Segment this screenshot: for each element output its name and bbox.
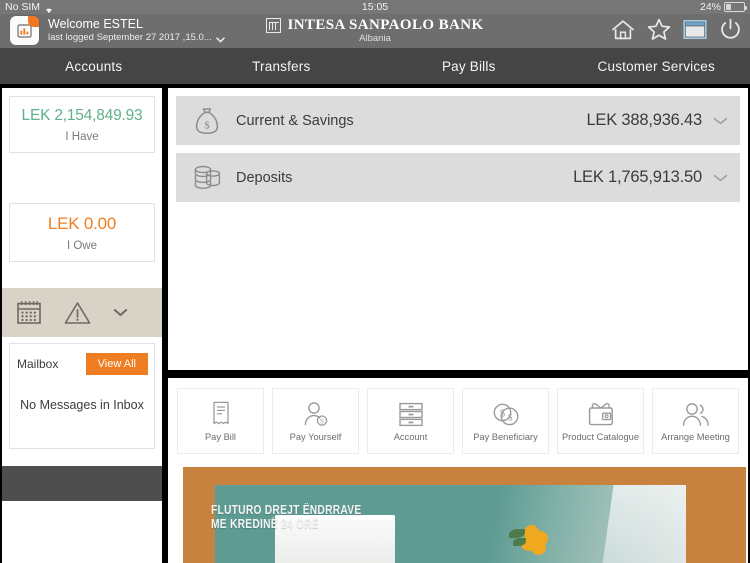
user-menu[interactable]: Welcome ESTEL last logged September 27 2… [10,16,225,45]
battery-icon [724,2,747,12]
quick-action-pay-yourself[interactable]: S Pay Yourself [272,388,359,454]
content-area: LEK 2,154,849.93 I Have LEK 0.00 I Owe M… [0,84,750,563]
quick-actions-row: Pay Bill S Pay Yourself Account $ $ Pay … [168,378,748,454]
star-icon[interactable] [647,18,671,41]
balance-card-i-owe[interactable]: LEK 0.00 I Owe [9,203,155,262]
nav-item-customer-services[interactable]: Customer Services [563,59,750,74]
promo-banner-text: FLUTURO DREJT ËNDRRAVE ME KREDINË 24 ORË [211,503,361,531]
sidebar: LEK 2,154,849.93 I Have LEK 0.00 I Owe M… [2,88,162,563]
mailbox-title: Mailbox [17,357,59,371]
calendar-icon[interactable] [16,300,42,325]
app-icon [10,16,39,45]
status-right: 24% [699,0,747,14]
chevron-down-icon[interactable] [113,308,128,317]
chevron-down-icon[interactable] [702,117,728,125]
quick-action-account[interactable]: Account [367,388,454,454]
flower-decoration [509,525,549,555]
sidebar-utility-bar [2,288,162,337]
nav-item-pay-bills[interactable]: Pay Bills [375,59,563,74]
mailbox-header: Mailbox View All [10,344,154,375]
balance-label: I Have [65,131,99,143]
quick-action-product-catalogue[interactable]: Product Catalogue [557,388,644,454]
quick-actions-panel: Pay Bill S Pay Yourself Account $ $ Pay … [168,378,748,563]
home-icon[interactable] [611,19,635,41]
quick-action-label: Pay Bill [204,432,236,443]
receipt-icon [211,399,231,429]
svg-text:$: $ [499,409,504,420]
accounts-panel: $ Current & Savings LEK 388,936.43 Depos… [168,88,748,370]
welcome-block: Welcome ESTEL last logged September 27 2… [48,17,225,44]
nav-item-accounts[interactable]: Accounts [0,59,188,74]
nav-item-transfers[interactable]: Transfers [188,59,376,74]
wallet-gift-icon [587,399,615,429]
quick-action-label: Pay Yourself [289,432,342,443]
promo-line-1: FLUTURO DREJT ËNDRRAVE [211,503,362,517]
chevron-down-icon[interactable] [215,35,225,43]
quick-action-label: Account [393,432,428,443]
mailbox-empty-label: No Messages in Inbox [20,398,144,412]
ios-status-bar: No SIM 15:05 24% [0,0,750,14]
intesa-sanpaolo-logo-icon [266,18,282,33]
view-all-button[interactable]: View All [85,353,148,375]
quick-action-label: Product Catalogue [561,432,639,443]
main-nav: Accounts Transfers Pay Bills Customer Se… [0,48,750,84]
power-icon[interactable] [719,18,742,41]
account-amount-label: LEK 1,765,913.50 [573,168,702,186]
app-header: Welcome ESTEL last logged September 27 2… [0,14,750,48]
coins-stack-icon [190,164,224,192]
last-logged-row: last logged September 27 2017 ,15.0... [48,32,225,44]
balance-card-i-have[interactable]: LEK 2,154,849.93 I Have [9,96,155,153]
warning-icon[interactable] [64,301,91,325]
promo-banner[interactable]: FLUTURO DREJT ËNDRRAVE ME KREDINË 24 ORË [183,467,746,563]
account-list-icon [398,399,424,429]
money-bag-icon: $ [190,107,224,135]
promo-line-2: ME KREDINË 24 ORË [211,517,319,531]
sidebar-dark-block [2,466,162,501]
account-row-current-savings[interactable]: $ Current & Savings LEK 388,936.43 [176,96,740,145]
header-actions [611,18,742,41]
quick-action-label: Arrange Meeting [661,432,730,443]
last-logged-label: last logged September 27 2017 ,15.0... [48,32,212,43]
svg-text:$: $ [204,119,210,131]
balance-amount: LEK 0.00 [47,214,117,233]
two-people-icon [681,399,711,429]
svg-text:S: S [320,418,324,426]
svg-text:$: $ [507,413,512,423]
coins-dollar-icon: $ $ [492,399,520,429]
balance-amount: LEK 2,154,849.93 [21,107,143,124]
window-icon[interactable] [683,19,707,40]
balance-label: I Owe [66,240,98,252]
account-name-label: Deposits [236,169,293,186]
chevron-down-icon[interactable] [702,174,728,182]
clock-label: 15:05 [361,1,389,13]
quick-action-pay-beneficiary[interactable]: $ $ Pay Beneficiary [462,388,549,454]
account-row-deposits[interactable]: Deposits LEK 1,765,913.50 [176,153,740,202]
quick-action-pay-bill[interactable]: Pay Bill [177,388,264,454]
app-screen: No SIM 15:05 24% Welcome ESTEL last logg… [0,0,750,563]
person-money-icon: S [303,399,329,429]
mailbox-panel: Mailbox View All No Messages in Inbox [9,343,155,449]
quick-action-label: Pay Beneficiary [473,432,538,443]
brand-name-label: INTESA SANPAOLO BANK [287,17,484,33]
welcome-label: Welcome ESTEL [48,17,143,31]
battery-percent-label: 24% [699,1,721,13]
account-name-label: Current & Savings [236,112,354,129]
quick-action-arrange-meeting[interactable]: Arrange Meeting [652,388,739,454]
account-amount-label: LEK 388,936.43 [586,111,702,129]
